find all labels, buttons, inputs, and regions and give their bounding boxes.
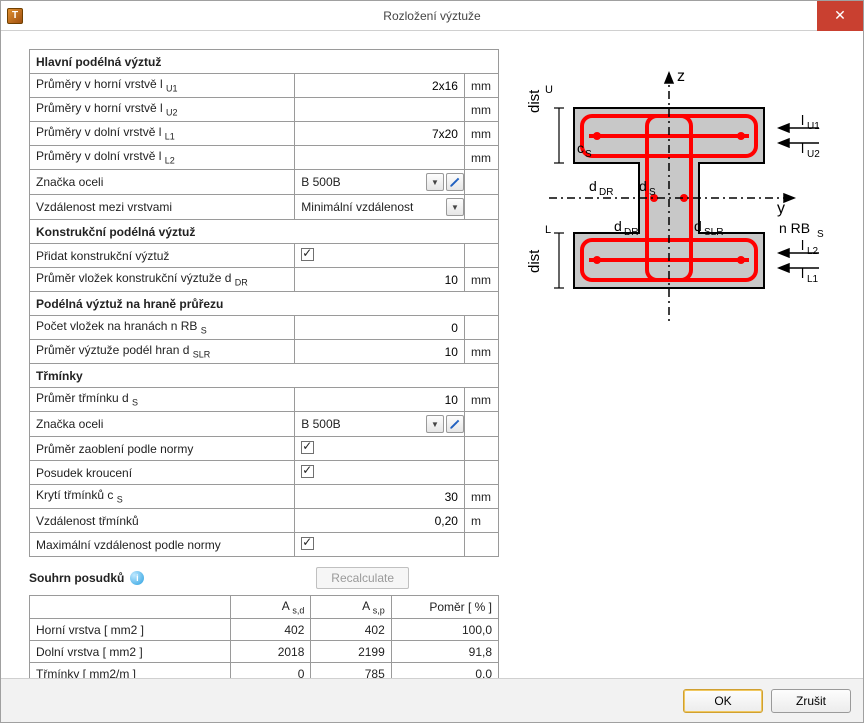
row-diam-u1: Průměry v horní vrstvě l U1 mm: [30, 74, 499, 98]
label-cs: c: [577, 140, 584, 156]
row-maxdist: Maximální vzdálenost podle normy: [30, 533, 499, 557]
row-add-constr: Přidat konstrukční výztuž: [30, 244, 499, 268]
label-nrbs: n RB: [779, 220, 810, 236]
input-diam-l2[interactable]: [295, 146, 464, 169]
app-icon: T: [7, 8, 23, 24]
row-spacing: Vzdálenost třmínků m: [30, 509, 499, 533]
checkbox-maxdist[interactable]: [301, 537, 314, 550]
window-title: Rozložení výztuže: [1, 9, 863, 23]
right-column: z y dist U dist L c S d DR: [519, 49, 843, 668]
summary-table: A s,d A s,p Poměr [ % ] Horní vrstva [ m…: [29, 595, 499, 678]
section-header-main-long: Hlavní podélná výztuž: [30, 50, 499, 74]
row-ddr: Průměr vložek konstrukční výztuže d DR m…: [30, 268, 499, 292]
row-steel-1: Značka oceli B 500B ▼: [30, 170, 499, 195]
row-layer-dist: Vzdálenost mezi vrstvami Minimální vzdál…: [30, 195, 499, 220]
label-lu1: l: [801, 112, 804, 128]
summary-row-2: Třmínky [ mm2/m ] 0 785 0,0: [30, 663, 499, 678]
input-diam-u1[interactable]: [295, 74, 464, 97]
summary-title: Souhrn posudků: [29, 571, 124, 585]
svg-text:U2: U2: [807, 149, 820, 160]
row-cover: Krytí třmínků c S mm: [30, 485, 499, 509]
combo-layer-dist[interactable]: Minimální vzdálenost: [295, 195, 442, 219]
input-nrbs[interactable]: [295, 316, 464, 339]
summary-row-0: Horní vrstva [ mm2 ] 402 402 100,0: [30, 619, 499, 641]
pencil-icon: [449, 177, 460, 188]
svg-text:DR: DR: [624, 227, 638, 238]
input-dslr[interactable]: [295, 340, 464, 363]
svg-text:L2: L2: [807, 246, 819, 257]
row-nrbs: Počet vložek na hranách n RB S: [30, 316, 499, 340]
edit-steel-2-button[interactable]: [446, 415, 464, 433]
svg-text:DR: DR: [599, 187, 613, 198]
input-cover[interactable]: [295, 485, 464, 508]
ok-button[interactable]: OK: [683, 689, 763, 713]
row-bend: Průměr zaoblení podle normy: [30, 437, 499, 461]
summary-header-row: Souhrn posudků i Recalculate: [29, 567, 499, 589]
combo-steel-2[interactable]: B 500B: [295, 412, 422, 436]
axis-y-label: y: [777, 200, 785, 217]
row-ds: Průměr třmínku d S mm: [30, 388, 499, 412]
row-steel-2: Značka oceli B 500B ▼: [30, 412, 499, 437]
label-lu2: l: [801, 140, 804, 156]
label-ddr2: d: [614, 218, 622, 234]
combo-steel-2-arrow[interactable]: ▼: [426, 415, 444, 433]
svg-text:S: S: [649, 187, 656, 198]
label-ll1: l: [801, 265, 804, 281]
row-diam-l2: Průměry v dolní vrstvě l L2 mm: [30, 146, 499, 170]
parameters-grid: Hlavní podélná výztuž Průměry v horní vr…: [29, 49, 499, 557]
info-icon[interactable]: i: [130, 571, 144, 585]
label-distl-sub: L: [545, 224, 551, 236]
edit-steel-1-button[interactable]: [446, 173, 464, 191]
label-distu-sub: U: [545, 84, 553, 96]
label-cs-sub: S: [585, 149, 592, 160]
svg-text:U1: U1: [807, 121, 820, 132]
label-ds: d: [639, 178, 647, 194]
input-spacing[interactable]: [295, 509, 464, 532]
summary-row-1: Dolní vrstva [ mm2 ] 2018 2199 91,8: [30, 641, 499, 663]
svg-text:S: S: [817, 229, 824, 240]
pencil-icon: [449, 419, 460, 430]
label-ll2: l: [801, 237, 804, 253]
label-ddr1: d: [589, 178, 597, 194]
section-header-stirrups: Třmínky: [30, 364, 499, 388]
checkbox-bend[interactable]: [301, 441, 314, 454]
combo-steel-1[interactable]: B 500B: [295, 170, 422, 194]
row-diam-l1: Průměry v dolní vrstvě l L1 mm: [30, 122, 499, 146]
label-distu: dist: [526, 89, 543, 113]
input-diam-u2[interactable]: [295, 98, 464, 121]
row-diam-u2: Průměry v horní vrstvě l U2 mm: [30, 98, 499, 122]
input-ds[interactable]: [295, 388, 464, 411]
axis-z-label: z: [677, 68, 685, 85]
dialog-window: T Rozložení výztuže ✕ Hlavní podélná výz…: [0, 0, 864, 723]
cancel-button[interactable]: Zrušit: [771, 689, 851, 713]
section-header-constr-long: Konstrukční podélná výztuž: [30, 220, 499, 244]
input-ddr[interactable]: [295, 268, 464, 291]
row-dslr: Průměr výztuže podél hran d SLR mm: [30, 340, 499, 364]
label-distl: dist: [526, 249, 543, 273]
left-column: Hlavní podélná výztuž Průměry v horní vr…: [29, 49, 499, 668]
combo-layer-dist-arrow[interactable]: ▼: [446, 198, 464, 216]
unit-mm: mm: [464, 74, 498, 98]
combo-steel-1-arrow[interactable]: ▼: [426, 173, 444, 191]
section-header-edge-long: Podélná výztuž na hraně průřezu: [30, 292, 499, 316]
close-button[interactable]: ✕: [817, 1, 863, 31]
svg-text:L1: L1: [807, 274, 819, 285]
titlebar: T Rozložení výztuže ✕: [1, 1, 863, 31]
dialog-content: Hlavní podélná výztuž Průměry v horní vr…: [1, 31, 863, 678]
label-dslr: d: [694, 218, 702, 234]
recalculate-button[interactable]: Recalculate: [316, 567, 409, 589]
close-icon: ✕: [834, 7, 846, 24]
cross-section-diagram: z y dist U dist L c S d DR: [519, 53, 829, 343]
svg-text:SLR: SLR: [704, 227, 723, 238]
checkbox-torsion[interactable]: [301, 465, 314, 478]
checkbox-add-constr[interactable]: [301, 248, 314, 261]
row-torsion: Posudek kroucení: [30, 461, 499, 485]
input-diam-l1[interactable]: [295, 122, 464, 145]
dialog-footer: OK Zrušit: [1, 678, 863, 722]
